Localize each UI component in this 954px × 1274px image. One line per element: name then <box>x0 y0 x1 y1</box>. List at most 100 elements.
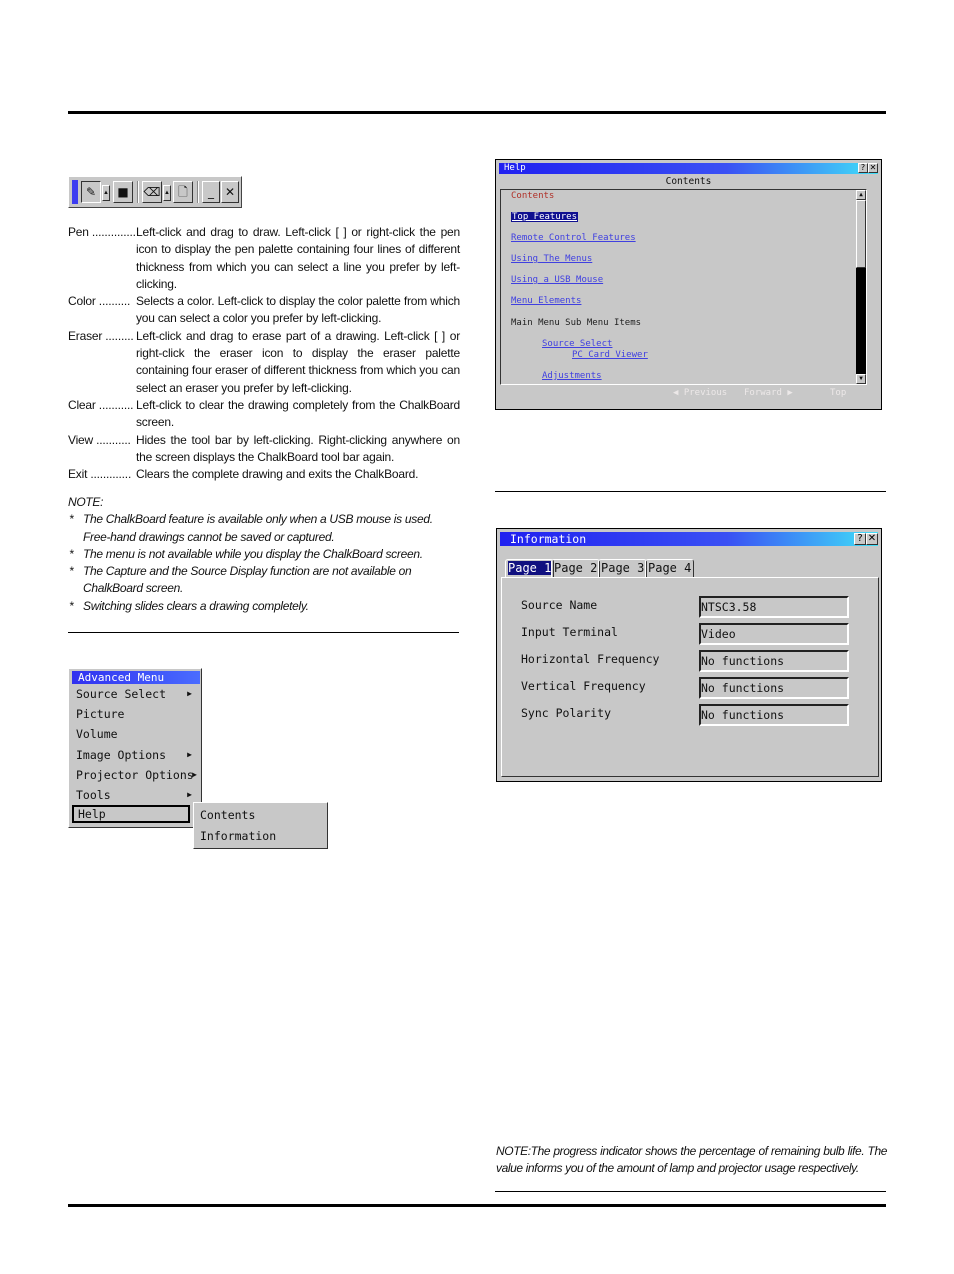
menu-item-help[interactable]: Help <box>72 805 190 823</box>
section-divider <box>68 632 459 633</box>
menu-item-label: Volume <box>76 727 118 741</box>
chalkboard-toolbar: ✎ ▲ ■ ⌫ ▲ 🗋 _ ✕ <box>68 176 242 208</box>
eraser-palette-button[interactable]: ▲ <box>163 185 171 201</box>
note-item: * The menu is not available while you dis… <box>68 546 460 563</box>
help-question-button[interactable]: ? <box>854 533 866 545</box>
scroll-thumb[interactable] <box>856 200 866 268</box>
field-label-source-name: Source Name <box>521 598 598 612</box>
pen-palette-button[interactable]: ▲ <box>102 185 110 201</box>
tab-label: Page 2 <box>554 561 598 575</box>
help-link-using-menus[interactable]: Using The Menus <box>511 254 592 264</box>
description: Selects a color. Left-click to display t… <box>136 294 460 326</box>
note-text: The ChalkBoard feature is available only… <box>83 512 433 544</box>
tab-page-2[interactable]: Page 2 <box>551 559 601 578</box>
pen-button[interactable]: ✎ <box>81 181 101 203</box>
clear-icon: 🗋 <box>178 185 188 199</box>
window-title: Information <box>510 532 587 546</box>
menu-item-source-select[interactable]: Source Select ▶ <box>72 685 198 703</box>
toolbar-grip[interactable] <box>72 180 78 204</box>
term: Pen .............. <box>68 225 136 239</box>
tab-page-1[interactable]: Page 1 <box>505 559 555 578</box>
field-value-source-name: NTSC3.58 <box>699 596 849 618</box>
eraser-button[interactable]: ⌫ <box>142 181 162 203</box>
submenu-item-information[interactable]: Information <box>200 827 276 845</box>
scroll-up-icon[interactable]: ▲ <box>856 190 866 200</box>
menu-item-volume[interactable]: Volume <box>72 725 198 743</box>
menu-item-picture[interactable]: Picture <box>72 705 198 723</box>
definition-clear: Clear ........... Left-click to clear the… <box>68 397 460 432</box>
advanced-menu: Advanced Menu Source Select ▶ Picture Vol… <box>68 668 202 828</box>
definition-exit: Exit ............. Clears the complete dr… <box>68 466 460 483</box>
window-title: Help <box>504 163 526 173</box>
note-text: Switching slides clears a drawing comple… <box>83 598 309 613</box>
field-label-sync-polarity: Sync Polarity <box>521 706 612 720</box>
menu-item-label: Help <box>78 807 106 821</box>
help-question-button[interactable]: ? <box>858 163 868 173</box>
help-titlebar: Help ? ✕ <box>499 163 878 174</box>
triangle-up-icon: ▲ <box>164 190 170 196</box>
minimize-icon: _ <box>208 185 214 199</box>
help-link-adjustments[interactable]: Adjustments <box>542 371 602 381</box>
tab-page-4[interactable]: Page 4 <box>645 559 695 578</box>
help-link-menu-elements[interactable]: Menu Elements <box>511 296 581 306</box>
note-text: The Capture and the Source Display funct… <box>83 564 412 596</box>
help-link-usb-mouse[interactable]: Using a USB Mouse <box>511 275 603 285</box>
view-button[interactable]: _ <box>202 181 220 203</box>
tab-page-3[interactable]: Page 3 <box>598 559 648 578</box>
nav-forward-button[interactable]: Forward ▶ <box>744 388 793 398</box>
definition-view: View ........... Hides the tool bar by le… <box>68 432 460 467</box>
field-label-vertical-frequency: Vertical Frequency <box>521 679 646 693</box>
info-titlebar: Information ? ✕ <box>500 532 878 546</box>
triangle-up-icon: ▲ <box>103 190 109 196</box>
help-link-pc-card-viewer[interactable]: PC Card Viewer <box>572 350 648 360</box>
nav-top-button[interactable]: Top <box>830 388 846 398</box>
menu-item-label: Tools <box>76 788 111 802</box>
help-section-label: Main Menu Sub Menu Items <box>511 318 642 328</box>
help-scrollbar[interactable]: ▲ ▼ <box>856 190 866 384</box>
help-link-remote-control[interactable]: Remote Control Features <box>511 233 636 243</box>
note-item: * The Capture and the Source Display func… <box>68 563 460 598</box>
term: Clear ........... <box>68 397 134 412</box>
menu-item-label: Source Select <box>76 687 167 701</box>
description: Left-click and drag to draw. Left-click … <box>136 225 460 291</box>
field-value-vertical-frequency: No functions <box>699 677 849 699</box>
eraser-icon: ⌫ <box>143 185 161 199</box>
close-button[interactable]: ✕ <box>868 163 878 173</box>
information-window: Information ? ✕ Page 1 Page 2 Page 3 Pag… <box>496 528 882 782</box>
toolbar-separator <box>197 181 199 203</box>
description: Left-click to clear the drawing complete… <box>136 397 460 430</box>
menu-item-label: Image Options <box>76 748 167 762</box>
help-heading: Contents <box>665 176 712 187</box>
info-tab-panel: Source Name NTSC3.58 Input Terminal Vide… <box>501 577 879 777</box>
close-button[interactable]: ✕ <box>866 533 878 545</box>
exit-button[interactable]: ✕ <box>221 181 239 203</box>
clear-button[interactable]: 🗋 <box>173 181 193 203</box>
submenu-arrow-icon: ▶ <box>187 790 192 799</box>
definition-eraser: Eraser ......... Left-click and drag to e… <box>68 328 460 397</box>
help-link-top-features[interactable]: Top Features <box>511 212 579 222</box>
field-value-horizontal-frequency: No functions <box>699 650 849 672</box>
note-heading: NOTE: <box>68 495 104 509</box>
field-label-horizontal-frequency: Horizontal Frequency <box>521 652 660 666</box>
submenu-arrow-icon: ▶ <box>187 750 192 759</box>
scroll-down-icon[interactable]: ▼ <box>856 374 866 384</box>
note-item: * The ChalkBoard feature is available onl… <box>68 511 460 546</box>
note-text: The menu is not available while you disp… <box>83 546 423 561</box>
term: Eraser ......... <box>68 328 134 343</box>
close-icon: ✕ <box>224 185 236 199</box>
menu-item-projector-options[interactable]: Projector Options ▶ <box>72 766 198 784</box>
field-label-input-terminal: Input Terminal <box>521 625 618 639</box>
color-button[interactable]: ■ <box>113 181 133 203</box>
nav-previous-button[interactable]: ◀ Previous <box>673 388 727 398</box>
header-rule <box>68 111 886 114</box>
description: Clears the complete drawing and exits th… <box>136 467 419 482</box>
menu-item-image-options[interactable]: Image Options ▶ <box>72 746 198 764</box>
description: Left-click and drag to erase part of a d… <box>136 328 460 395</box>
help-link-source-select[interactable]: Source Select <box>542 339 612 349</box>
submenu-arrow-icon: ▶ <box>187 689 192 698</box>
definition-pen: Pen .............. Left-click and drag to… <box>68 224 460 293</box>
menu-item-tools[interactable]: Tools ▶ <box>72 786 198 804</box>
submenu-item-contents[interactable]: Contents <box>200 806 255 824</box>
tab-label: Page 3 <box>601 561 645 575</box>
note-item: * Switching slides clears a drawing compl… <box>68 598 460 615</box>
